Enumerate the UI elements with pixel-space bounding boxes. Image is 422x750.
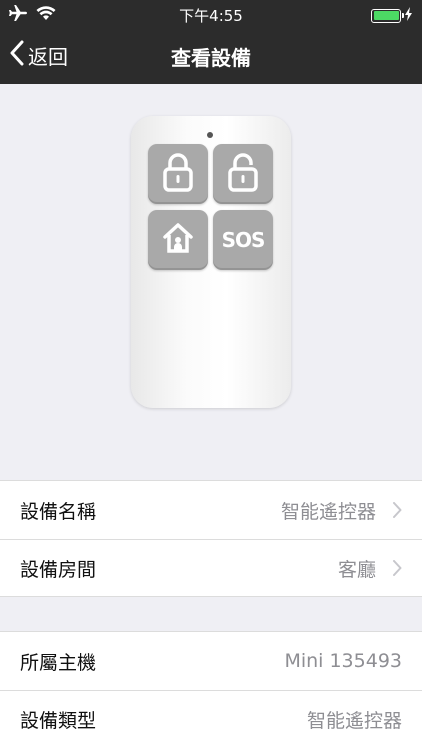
remote-home-button <box>148 210 208 270</box>
host-label: 所屬主機 <box>20 651 97 674</box>
device-info-group: 設備名稱 智能遙控器 設備房間 客廳 <box>0 480 422 597</box>
chevron-right-icon <box>392 560 402 580</box>
page-title: 查看設備 <box>171 46 251 70</box>
navigation-bar: 返回 查看設備 <box>0 28 422 84</box>
device-name-row[interactable]: 設備名稱 智能遙控器 <box>0 481 422 539</box>
remote-unlock-button <box>213 144 273 204</box>
remote-sos-button: SOS <box>213 210 273 270</box>
device-image-area: SOS <box>0 84 422 480</box>
device-type-label: 設備類型 <box>20 709 97 732</box>
device-name-label: 設備名稱 <box>20 500 97 523</box>
status-time: 下午4:55 <box>179 7 243 25</box>
host-row: 所屬主機 Mini 135493 <box>0 632 422 690</box>
battery-icon <box>371 8 404 23</box>
remote-lock-button <box>148 144 208 204</box>
led-indicator <box>207 132 213 138</box>
unlock-icon <box>226 152 260 196</box>
remote-control-image: SOS <box>131 116 291 408</box>
device-name-value: 智能遙控器 <box>280 500 376 523</box>
home-icon <box>161 221 195 259</box>
host-value: Mini 135493 <box>284 650 402 672</box>
device-room-label: 設備房間 <box>20 558 97 581</box>
charging-icon <box>404 6 414 25</box>
device-type-value: 智能遙控器 <box>306 709 402 732</box>
device-room-value: 客廳 <box>337 558 376 581</box>
lock-icon <box>161 152 195 196</box>
status-bar: 下午4:55 <box>0 0 422 28</box>
chevron-right-icon <box>392 502 402 522</box>
sos-label: SOS <box>221 228 266 252</box>
device-details-group: 所屬主機 Mini 135493 設備類型 智能遙控器 <box>0 631 422 750</box>
device-type-row: 設備類型 智能遙控器 <box>0 690 422 748</box>
device-room-row[interactable]: 設備房間 客廳 <box>0 539 422 597</box>
status-right <box>371 6 414 25</box>
